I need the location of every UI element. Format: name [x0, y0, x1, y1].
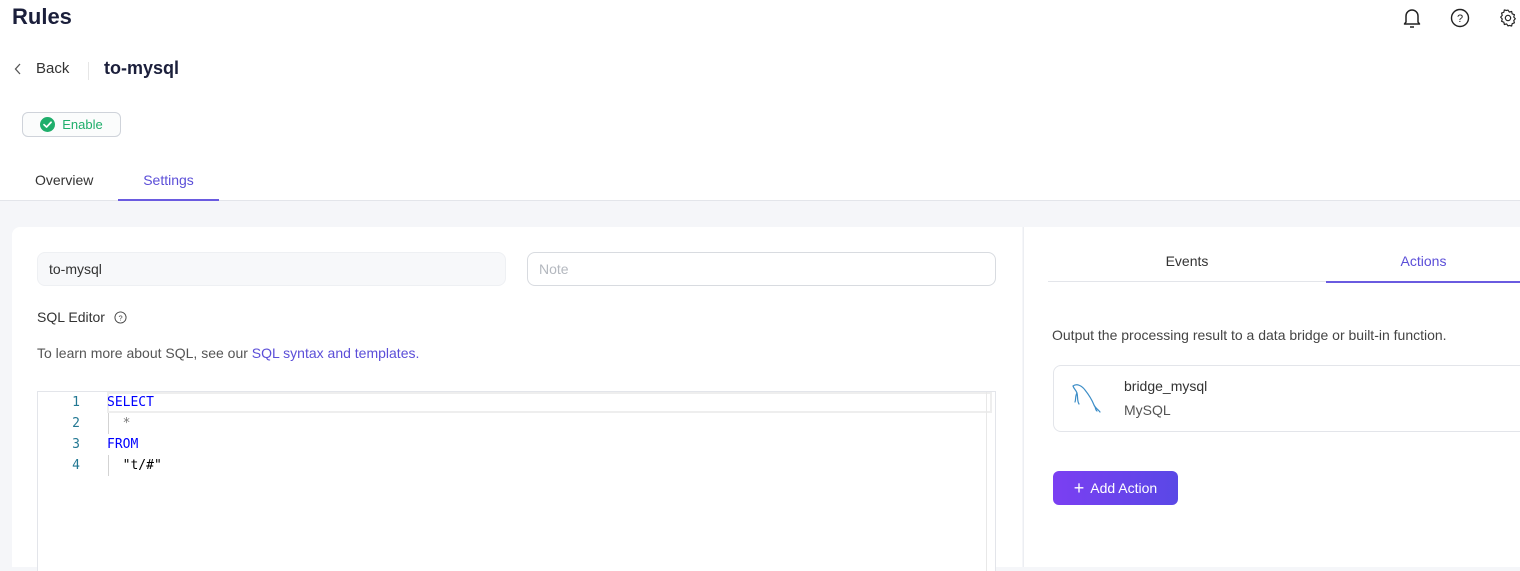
editor-line: 1 SELECT: [38, 392, 995, 413]
notifications-button[interactable]: [1400, 6, 1424, 30]
editor-scrollbar[interactable]: [986, 392, 987, 571]
add-action-label: Add Action: [1090, 480, 1158, 496]
actions-description: Output the processing result to a data b…: [1052, 327, 1447, 343]
editor-line: 4 "t/#": [38, 455, 995, 476]
page-title: Rules: [12, 4, 72, 29]
events-actions-panel: Events Actions Output the processing res…: [1023, 227, 1520, 567]
tab-actions[interactable]: Actions: [1326, 245, 1520, 283]
back-button[interactable]: Back: [14, 60, 69, 77]
code-text: FROM: [107, 437, 139, 452]
sql-editor-label: SQL Editor ?: [37, 309, 127, 325]
editor-line: 2 *: [38, 413, 995, 434]
sql-editor-label-text: SQL Editor: [37, 309, 105, 325]
code-text: SELECT: [107, 395, 154, 410]
sql-hint-text: To learn more about SQL, see our: [37, 345, 252, 361]
tab-events[interactable]: Events: [1048, 245, 1326, 282]
tab-settings[interactable]: Settings: [118, 158, 219, 201]
header-divider: [88, 62, 89, 80]
svg-text:?: ?: [118, 313, 122, 322]
back-label: Back: [36, 60, 70, 77]
panel-tabs: Events Actions: [1048, 245, 1520, 283]
topbar-icons: ?: [1400, 6, 1520, 30]
settings-card: SQL Editor ? To learn more about SQL, se…: [12, 227, 1022, 571]
status-label: Enable: [62, 117, 103, 132]
settings-button[interactable]: [1496, 6, 1520, 30]
tab-overview[interactable]: Overview: [35, 158, 95, 201]
top-bar: Rules ?: [0, 0, 1520, 46]
note-input[interactable]: [527, 252, 996, 286]
chevron-left-icon: [14, 63, 21, 74]
help-icon: ?: [1450, 8, 1470, 28]
rule-header: Back to-mysql Enable Overview Settings: [0, 46, 1520, 201]
line-number: 3: [72, 437, 80, 452]
plus-icon: +: [1073, 478, 1085, 498]
check-circle-icon: [40, 117, 56, 132]
mysql-dolphin-icon: [1072, 384, 1101, 413]
code-text: *: [107, 416, 131, 431]
svg-text:?: ?: [1457, 13, 1463, 25]
line-number: 4: [72, 458, 80, 473]
help-button[interactable]: ?: [1448, 6, 1472, 30]
sql-editor[interactable]: 1 SELECT 2 * 3 FROM 4 "t/#": [37, 391, 996, 571]
editor-line: 3 FROM: [38, 434, 995, 455]
line-number: 1: [72, 395, 80, 410]
bell-icon: [1403, 9, 1421, 28]
code-text: "t/#": [107, 458, 162, 473]
status-badge[interactable]: Enable: [22, 112, 121, 137]
line-number: 2: [72, 416, 80, 431]
rule-name-input[interactable]: [37, 252, 506, 286]
action-item[interactable]: bridge_mysql MySQL: [1053, 365, 1520, 432]
rule-name: to-mysql: [104, 58, 180, 78]
sql-hint: To learn more about SQL, see our SQL syn…: [37, 345, 419, 361]
gear-icon: [1500, 9, 1516, 27]
add-action-button[interactable]: + Add Action: [1053, 471, 1178, 505]
action-name: bridge_mysql: [1124, 378, 1208, 394]
action-type: MySQL: [1124, 402, 1171, 418]
sql-syntax-link[interactable]: SQL syntax and templates.: [252, 345, 420, 361]
help-icon[interactable]: ?: [114, 310, 127, 324]
